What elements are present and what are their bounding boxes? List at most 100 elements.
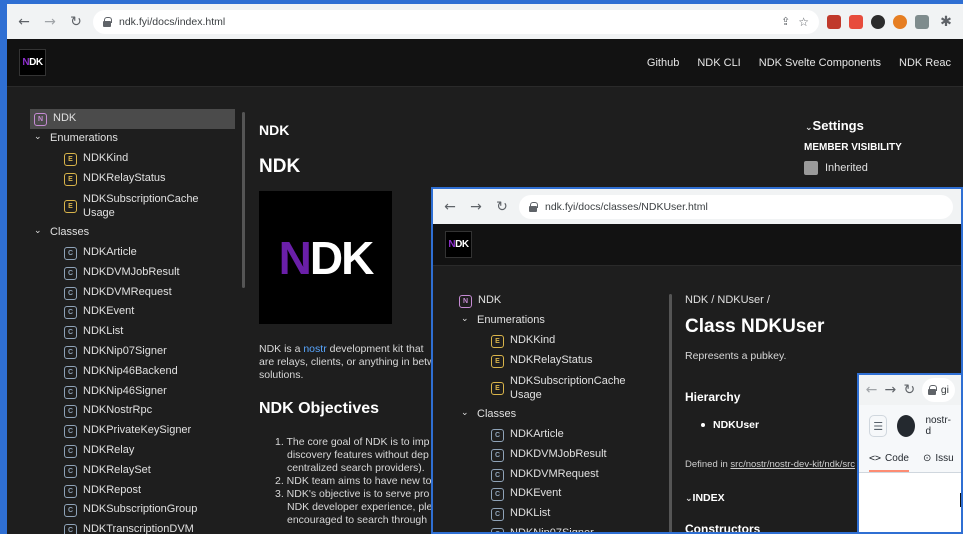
sidebar-item-class[interactable]: C NDKTranscriptionDVM: [64, 523, 194, 534]
extensions-puzzle-icon[interactable]: ✱: [937, 13, 955, 31]
chevron-down-icon: ⌄: [461, 408, 469, 418]
back-icon[interactable]: ←: [441, 198, 459, 216]
extension-icon-3[interactable]: [871, 14, 885, 29]
extension-icon-pdf[interactable]: [849, 14, 863, 29]
nav-link-react[interactable]: NDK Reac: [899, 57, 951, 69]
forward-icon[interactable]: →: [467, 198, 485, 216]
sidebar-group-enumerations[interactable]: ⌄ Enumerations: [34, 132, 118, 144]
sidebar-item-class[interactable]: C NDKList: [491, 507, 551, 522]
sidebar-item-class[interactable]: C NDKNostrRpc: [64, 404, 153, 419]
sidebar-item-ndk[interactable]: N NDK: [459, 294, 501, 308]
sidebar-group-classes[interactable]: ⌄ Classes: [34, 226, 89, 238]
extension-icon-1[interactable]: [827, 14, 841, 29]
sidebar-item-class[interactable]: C NDKNip46Signer: [64, 385, 167, 399]
inherited-checkbox-row[interactable]: Inherited: [804, 161, 868, 175]
sidebar-group-enumerations[interactable]: ⌄ Enumerations: [461, 314, 545, 326]
sidebar-scrollbar[interactable]: [242, 112, 245, 288]
repo-name[interactable]: nostr-d: [925, 415, 951, 437]
back-icon[interactable]: ←: [865, 381, 878, 399]
extension-icon-brave[interactable]: [893, 14, 907, 29]
ndk-logo[interactable]: N DK: [445, 231, 472, 258]
settings-toggle[interactable]: ⌄Settings: [805, 118, 864, 133]
sidebar-item-label: NDKEvent: [510, 487, 562, 500]
class-icon: C: [64, 464, 77, 478]
reload-icon[interactable]: ↻: [903, 381, 916, 399]
index-toggle[interactable]: ⌄INDEX: [685, 492, 725, 504]
bookmark-star-icon[interactable]: ☆: [798, 15, 809, 29]
sidebar-nav: N NDK ⌄ Enumerations E NDKKind E NDKRelayS…: [433, 266, 668, 532]
sidebar-item-enum[interactable]: E NDKSubscriptionCache Usage: [64, 192, 199, 220]
reload-icon[interactable]: ↻: [67, 13, 85, 31]
sidebar-item-class[interactable]: C NDKNip46Backend: [64, 365, 178, 379]
sidebar-item-enum[interactable]: E NDKRelayStatus: [64, 172, 166, 186]
class-icon: C: [64, 346, 77, 359]
sidebar-nav: N NDK ⌄ Enumerations E NDKKind E NDKRelayS…: [7, 88, 242, 534]
hamburger-menu-icon[interactable]: ☰: [869, 415, 888, 437]
nav-link-svelte[interactable]: NDK Svelte Components: [759, 57, 881, 69]
extension-icon-5[interactable]: [915, 14, 929, 29]
sidebar-group-classes[interactable]: ⌄ Classes: [461, 408, 516, 420]
intro-paragraph: NDK is a nostr development kit that are …: [259, 343, 435, 381]
tab-code[interactable]: <> Code: [869, 453, 909, 472]
sidebar-item-label: NDKTranscriptionDVM: [83, 523, 194, 534]
sidebar-item-enum[interactable]: E NDKSubscriptionCache Usage: [491, 374, 626, 402]
source-link[interactable]: src/nostr/nostr-dev-kit/ndk/src: [730, 459, 855, 470]
forward-icon[interactable]: →: [884, 381, 897, 399]
sidebar-item-class[interactable]: C NDKArticle: [64, 246, 137, 260]
sidebar-item-class[interactable]: C NDKEvent: [64, 305, 135, 320]
inherited-checkbox[interactable]: [804, 161, 818, 175]
breadcrumb[interactable]: NDK: [259, 122, 289, 138]
address-bar[interactable]: ndk.fyi/docs/classes/NDKUser.html: [519, 194, 953, 219]
class-icon: C: [491, 468, 504, 482]
sidebar-item-class[interactable]: C NDKDVMRequest: [491, 468, 599, 482]
sidebar-item-class[interactable]: C NDKRelaySet: [64, 464, 151, 478]
constructors-heading: Constructors: [685, 522, 761, 534]
sidebar-item-enum[interactable]: E NDKKind: [64, 152, 128, 166]
class-icon: C: [64, 484, 77, 498]
sidebar-item-label: NDKRelay: [83, 444, 135, 456]
tab-issues[interactable]: ⊙ Issu: [923, 453, 954, 472]
nostr-link[interactable]: nostr: [303, 343, 326, 355]
sidebar-item-class[interactable]: C NDKSubscriptionGroup: [64, 503, 197, 518]
chevron-down-icon: ⌄: [461, 314, 469, 324]
nav-link-ndk-cli[interactable]: NDK CLI: [697, 57, 740, 69]
sidebar-item-class[interactable]: C NDKPrivateKeySigner: [64, 424, 191, 439]
sidebar-item-class[interactable]: C NDKArticle: [491, 428, 564, 442]
reload-icon[interactable]: ↻: [493, 198, 511, 216]
sidebar-item-class[interactable]: C NDKRelay: [64, 444, 134, 458]
site-header: N DK: [433, 224, 961, 266]
back-icon[interactable]: ←: [15, 13, 33, 31]
sidebar-item-class[interactable]: C NDKEvent: [491, 487, 562, 502]
sidebar-item-enum[interactable]: E NDKKind: [491, 334, 555, 348]
list-item: 3. NDK's objective is to serve pro NDK de…: [275, 488, 433, 526]
forward-icon[interactable]: →: [41, 13, 59, 31]
github-logo-icon[interactable]: [897, 415, 916, 437]
sidebar-item-class[interactable]: C NDKDVMJobResult: [491, 448, 607, 462]
sidebar-scrollbar[interactable]: [669, 294, 672, 532]
ndk-logo[interactable]: N DK: [19, 49, 46, 76]
share-icon[interactable]: ⇪: [781, 15, 790, 28]
sidebar-item-class[interactable]: C NDKDVMJobResult: [64, 266, 180, 280]
sidebar-item-label: NDKEvent: [83, 305, 135, 318]
sidebar-item-label: NDKList: [83, 325, 124, 338]
sidebar-item-class[interactable]: C NDKDVMRequest: [64, 286, 172, 300]
class-description: Represents a pubkey.: [685, 350, 787, 362]
sidebar-item-class[interactable]: C NDKList: [64, 325, 124, 340]
lock-icon: [103, 16, 112, 27]
browser-toolbar: ← → ↻ gi: [859, 375, 961, 405]
sidebar-item-label: NDKList: [510, 507, 551, 520]
breadcrumb[interactable]: NDK / NDKUser /: [685, 294, 770, 306]
sidebar-item-label: NDKNostrRpc: [83, 404, 153, 417]
class-icon: C: [491, 448, 504, 462]
address-bar[interactable]: ndk.fyi/docs/index.html ⇪ ☆: [93, 9, 819, 34]
sidebar-item-class[interactable]: C NDKNip07Signer: [64, 345, 167, 359]
class-icon: C: [64, 504, 77, 518]
enum-icon: E: [491, 355, 504, 368]
class-icon: C: [491, 508, 504, 522]
address-bar[interactable]: gi: [921, 378, 955, 402]
sidebar-item-ndk[interactable]: N NDK: [30, 109, 235, 129]
sidebar-item-class[interactable]: C NDKNip07Signer: [491, 527, 594, 532]
sidebar-item-class[interactable]: C NDKRepost: [64, 484, 141, 498]
sidebar-item-enum[interactable]: E NDKRelayStatus: [491, 354, 593, 368]
nav-link-github[interactable]: Github: [647, 57, 679, 69]
